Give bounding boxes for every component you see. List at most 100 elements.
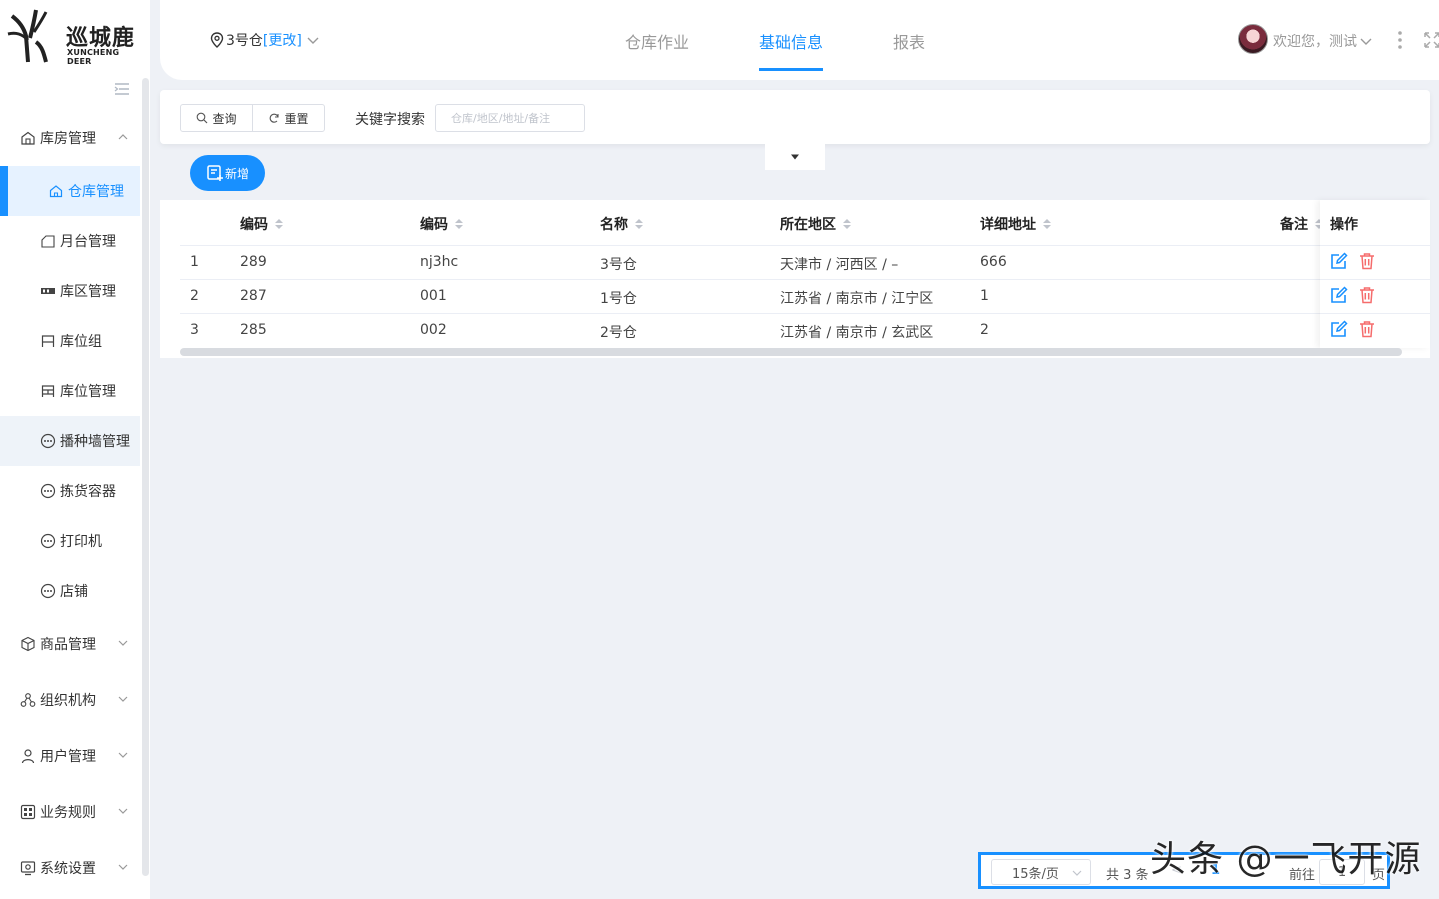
sidebar-item-zone[interactable]: 库区管理 (0, 266, 140, 316)
sidebar-item-goods[interactable]: 商品管理 (0, 619, 140, 669)
chevron-down-icon (1072, 870, 1082, 876)
sidebar-item-platform[interactable]: 月台管理 (0, 216, 140, 266)
chevron-down-icon (1360, 38, 1372, 45)
location-pin-icon (210, 32, 224, 48)
menu-collapse-icon[interactable] (114, 82, 130, 96)
sidebar-item-label: 店铺 (60, 584, 88, 600)
row-divider (180, 245, 1430, 246)
column-header-actions: 操作 (1330, 217, 1358, 233)
sidebar-item-system-settings[interactable]: 系统设置 (0, 843, 140, 893)
sidebar-item-seeding-wall[interactable]: 播种墙管理 (0, 416, 140, 466)
home-icon (48, 183, 64, 199)
keyword-search-label: 关键字搜索 (355, 112, 425, 128)
chevron-down-icon (118, 752, 128, 758)
column-header-region[interactable]: 所在地区 (780, 214, 852, 234)
delete-icon[interactable] (1358, 320, 1376, 338)
add-button[interactable]: 新增 (190, 155, 265, 191)
search-panel: 查询 重置 关键字搜索 (160, 90, 1430, 144)
delete-icon[interactable] (1358, 286, 1376, 304)
edit-icon[interactable] (1330, 252, 1348, 270)
column-header-label: 名称 (600, 217, 628, 233)
row-divider (180, 313, 1430, 314)
warehouse-selector[interactable]: 3号仓 [更改] (210, 30, 320, 50)
sidebar-item-store[interactable]: 店铺 (0, 566, 140, 616)
sidebar-item-location-group[interactable]: 库位组 (0, 316, 140, 366)
user-icon (20, 748, 36, 764)
sort-icon[interactable] (634, 217, 644, 231)
column-header-code[interactable]: 编码 (240, 214, 284, 234)
search-collapse-toggle[interactable] (765, 144, 825, 170)
edit-icon[interactable] (1330, 286, 1348, 304)
cell-code2: 002 (420, 322, 447, 338)
sort-icon[interactable] (454, 217, 464, 231)
column-header-code2[interactable]: 编码 (420, 214, 464, 234)
sidebar-item-printer[interactable]: 打印机 (0, 516, 140, 566)
more-circle-icon (40, 583, 56, 599)
row-divider (1320, 279, 1430, 280)
cell-code2: nj3hc (420, 254, 459, 270)
edit-icon[interactable] (1330, 320, 1348, 338)
column-header-remark[interactable]: 备注 (1280, 214, 1324, 234)
app-logo[interactable]: 巡城鹿 XUNCHENG DEER (6, 6, 146, 66)
chevron-up-icon (118, 134, 128, 140)
tab-reports[interactable]: 报表 (893, 29, 925, 53)
cell-address: 1 (980, 288, 989, 304)
fullscreen-icon[interactable] (1424, 32, 1439, 48)
location-group-icon (40, 333, 56, 349)
column-header-label: 编码 (240, 217, 268, 233)
sidebar-item-label: 播种墙管理 (60, 434, 130, 450)
delete-icon[interactable] (1358, 252, 1376, 270)
sidebar-item-picking-container[interactable]: 拣货容器 (0, 466, 140, 516)
page-size-value: 15条/页 (1012, 866, 1059, 882)
box-icon (20, 636, 36, 652)
row-index: 2 (190, 288, 199, 304)
chevron-down-icon[interactable] (306, 35, 320, 45)
table-horizontal-scrollbar[interactable] (180, 348, 1402, 356)
sidebar: 库房管理 仓库管理 月台管理 库区管理 库位组 库位管理 播种墙管理 拣货容器 … (0, 70, 140, 899)
search-button-group: 查询 重置 (180, 104, 325, 132)
page-size-select[interactable]: 15条/页 (991, 859, 1091, 885)
chevron-down-icon (118, 640, 128, 646)
sort-icon[interactable] (274, 217, 284, 231)
sidebar-item-business-rules[interactable]: 业务规则 (0, 787, 140, 837)
more-circle-icon (40, 533, 56, 549)
cell-name: 3号仓 (600, 257, 637, 273)
sidebar-scrollbar[interactable] (142, 78, 149, 876)
cell-region: 天津市 / 河西区 / – (780, 257, 899, 273)
column-header-label: 详细地址 (980, 217, 1036, 233)
sort-icon[interactable] (1042, 217, 1052, 231)
platform-icon (40, 233, 56, 249)
keyword-search-input[interactable] (435, 104, 585, 132)
add-doc-icon (207, 165, 223, 181)
caret-down-icon (791, 154, 799, 160)
tab-warehouse-operations[interactable]: 仓库作业 (625, 29, 689, 53)
sidebar-item-location[interactable]: 库位管理 (0, 366, 140, 416)
more-vertical-icon[interactable] (1397, 30, 1403, 50)
sidebar-item-label: 商品管理 (40, 637, 96, 653)
chevron-down-icon (118, 864, 128, 870)
sidebar-item-organization[interactable]: 组织机构 (0, 675, 140, 725)
sidebar-item-label: 库位管理 (60, 384, 116, 400)
column-header-address[interactable]: 详细地址 (980, 214, 1052, 234)
reset-button[interactable]: 重置 (252, 105, 324, 131)
cell-region: 江苏省 / 南京市 / 玄武区 (780, 325, 934, 341)
user-menu[interactable]: 欢迎您，测试 (1273, 31, 1373, 51)
column-header-name[interactable]: 名称 (600, 214, 644, 234)
org-icon (20, 692, 36, 708)
query-button[interactable]: 查询 (181, 105, 252, 131)
cell-address: 2 (980, 322, 989, 338)
cell-name: 2号仓 (600, 325, 637, 341)
search-icon (197, 112, 208, 124)
sidebar-item-users[interactable]: 用户管理 (0, 731, 140, 781)
cell-code: 289 (240, 254, 267, 270)
sidebar-item-warehouse[interactable]: 仓库管理 (0, 166, 140, 216)
tab-basic-info[interactable]: 基础信息 (759, 29, 823, 53)
user-avatar[interactable] (1238, 24, 1268, 54)
sort-icon[interactable] (842, 217, 852, 231)
row-index: 3 (190, 322, 199, 338)
sidebar-item-label: 拣货容器 (60, 484, 116, 500)
row-index: 1 (190, 254, 199, 270)
welcome-text: 欢迎您，测试 (1273, 34, 1357, 50)
sidebar-item-storage[interactable]: 库房管理 (0, 113, 140, 163)
change-warehouse-link[interactable]: [更改] (263, 30, 302, 50)
